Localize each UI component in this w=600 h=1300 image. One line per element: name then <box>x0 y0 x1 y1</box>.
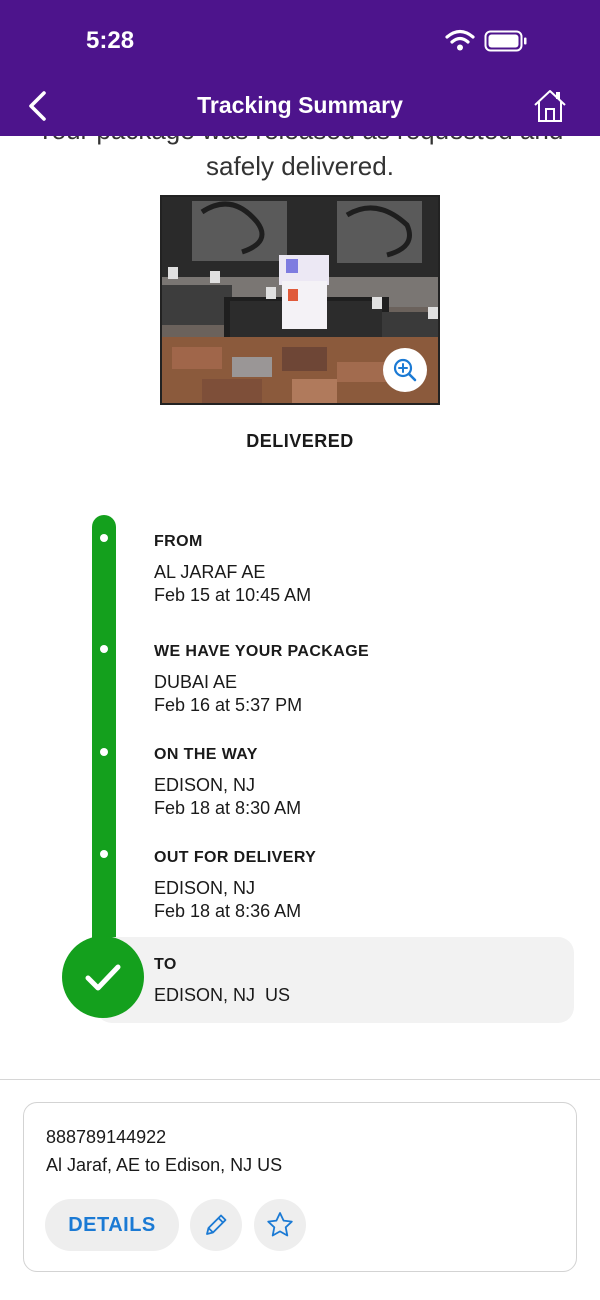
event-location: EDISON, NJ <box>154 878 256 898</box>
event-time: Feb 18 at 8:30 AM <box>154 798 302 818</box>
wifi-icon <box>445 29 475 51</box>
timeline-event-out-for-delivery: OUT FOR DELIVERY EDISON, NJ Feb 18 at 8:… <box>154 849 316 923</box>
shipment-card: 888789144922 Al Jaraf, AE to Edison, NJ … <box>23 1102 577 1272</box>
app-header: 5:28 Tracking Summary <box>0 0 600 136</box>
timeline-event-picked-up: WE HAVE YOUR PACKAGE DUBAI AE Feb 16 at … <box>154 643 369 717</box>
event-time: Feb 15 at 10:45 AM <box>154 585 312 605</box>
event-location: EDISON, NJ <box>154 775 256 795</box>
timeline-dot <box>100 748 108 756</box>
event-title: WE HAVE YOUR PACKAGE <box>154 643 370 660</box>
timeline-dot <box>100 850 108 858</box>
star-icon <box>267 1212 293 1237</box>
delivery-status: DELIVERED <box>246 431 354 451</box>
pencil-icon <box>206 1214 227 1235</box>
favorite-button[interactable] <box>254 1199 306 1251</box>
event-time: Feb 18 at 8:36 AM <box>154 901 302 921</box>
details-button[interactable]: DETAILS <box>45 1199 179 1251</box>
battery-icon <box>484 30 527 52</box>
event-location: AL JARAF AE <box>154 562 266 582</box>
timeline-dot <box>100 534 108 542</box>
timeline-event-on-the-way: ON THE WAY EDISON, NJ Feb 18 at 8:30 AM <box>154 746 301 820</box>
event-title: TO <box>154 956 177 973</box>
timeline-dot <box>100 645 108 653</box>
progress-track <box>92 515 116 975</box>
checkmark-icon <box>62 936 144 1018</box>
event-title: FROM <box>154 533 203 550</box>
tracking-number: 888789144922 <box>46 1127 167 1147</box>
edit-button[interactable] <box>190 1199 242 1251</box>
home-icon[interactable] <box>532 88 568 124</box>
zoom-in-icon <box>393 358 417 382</box>
timeline-event-to: TO EDISON, NJ US <box>154 956 290 1007</box>
shipment-route: Al Jaraf, AE to Edison, NJ US <box>46 1155 283 1175</box>
timeline-event-from: FROM AL JARAF AE Feb 15 at 10:45 AM <box>154 533 311 607</box>
event-title: OUT FOR DELIVERY <box>154 849 317 866</box>
event-location: EDISON, NJ US <box>154 985 291 1005</box>
zoom-in-button[interactable] <box>383 348 427 392</box>
event-title: ON THE WAY <box>154 746 258 763</box>
page-title: Tracking Summary <box>197 92 403 118</box>
event-time: Feb 16 at 5:37 PM <box>154 695 303 715</box>
section-divider <box>0 1079 600 1080</box>
status-bar-time: 5:28 <box>86 27 135 54</box>
event-location: DUBAI AE <box>154 672 238 692</box>
